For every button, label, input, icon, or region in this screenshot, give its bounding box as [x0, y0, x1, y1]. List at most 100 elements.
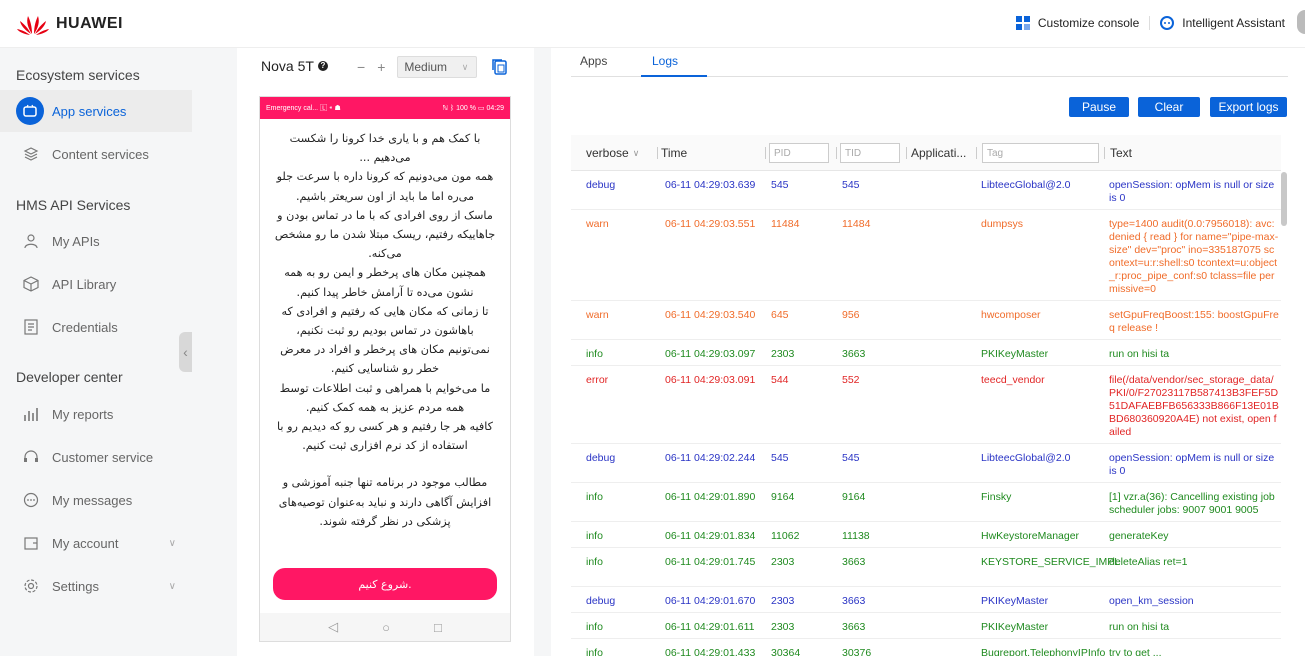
table-row[interactable]: error 06-11 04:29:03.091 544 552 teecd_vendo…	[571, 366, 1281, 444]
table-row[interactable]: warn 06-11 04:29:03.540 645 956 hwcomposer se…	[571, 301, 1281, 340]
log-text: generateKey	[1109, 530, 1169, 542]
log-level: error	[586, 374, 609, 386]
log-time: 06-11 04:29:03.097	[665, 348, 756, 360]
content-services-icon	[22, 145, 40, 163]
log-level: debug	[586, 452, 616, 464]
log-pid: 11484	[771, 218, 800, 230]
log-tag: PKIKeyMaster	[981, 595, 1049, 607]
assistant-icon	[1160, 16, 1175, 30]
chevron-down-icon: ∨	[168, 580, 176, 592]
sidebar-item-label: Credentials	[52, 319, 118, 335]
table-row[interactable]: debug 06-11 04:29:02.244 545 545 LibteecGlob…	[571, 444, 1281, 483]
log-tid: 3663	[842, 348, 866, 360]
avatar[interactable]	[1297, 10, 1305, 34]
sidebar-item-content-services[interactable]: Content services	[0, 133, 192, 175]
log-text: try to get ...	[1109, 647, 1162, 656]
zoom-out-button[interactable]: −	[357, 59, 365, 75]
sidebar-item-app-services[interactable]: App services	[0, 90, 192, 132]
sidebar-item-my-apis[interactable]: My APIs	[0, 220, 192, 262]
tab-logs[interactable]: Logs	[652, 54, 678, 68]
log-text: deleteAlias ret=1	[1109, 556, 1188, 568]
zoom-control: − + Medium ∨	[357, 56, 478, 78]
settings-icon	[22, 577, 40, 595]
log-time: 06-11 04:29:01.670	[665, 595, 756, 607]
table-row[interactable]: warn 06-11 04:29:03.551 11484 11484 dumpsys t…	[571, 210, 1281, 301]
help-icon[interactable]: ?	[317, 61, 328, 71]
sidebar-item-credentials[interactable]: Credentials	[0, 306, 192, 348]
back-icon[interactable]: ◁	[328, 619, 338, 635]
table-row[interactable]: debug 06-11 04:29:01.670 2303 3663 PKIKeyMas…	[571, 587, 1281, 613]
log-level: info	[586, 491, 603, 503]
table-row[interactable]: info 06-11 04:29:01.890 9164 9164 Finsky [1] …	[571, 483, 1281, 522]
phone-nav-bar: ◁ ○ □	[260, 613, 510, 641]
rotate-screen-icon[interactable]	[492, 58, 508, 76]
content-line: کافیه هر جا رفتیم و هر کسی رو که دیدیم ر…	[276, 420, 493, 453]
sidebar-item-label: My reports	[52, 406, 114, 422]
log-text: run on hisi ta	[1109, 348, 1170, 360]
home-icon[interactable]: ○	[382, 620, 390, 635]
intelligent-assistant-link[interactable]: Intelligent Assistant	[1182, 16, 1285, 30]
table-row[interactable]: info 06-11 04:29:03.097 2303 3663 PKIKeyMast…	[571, 340, 1281, 366]
column-application[interactable]: Applicati...	[911, 135, 966, 171]
table-row[interactable]: info 06-11 04:29:01.834 11062 11138 HwKeysto…	[571, 522, 1281, 548]
log-tid: 9164	[842, 491, 866, 503]
pid-filter-input[interactable]: PID	[769, 143, 829, 163]
collapse-sidebar-button[interactable]: ‹	[179, 332, 192, 372]
log-tag: LibteecGlobal@2.0	[981, 179, 1071, 191]
start-button[interactable]: شروع کنیم.	[273, 568, 497, 600]
level-filter[interactable]: verbose ∨	[586, 135, 639, 171]
column-text: Text	[1110, 146, 1133, 160]
customize-console-link[interactable]: Customize console	[1038, 16, 1139, 30]
log-pid: 11062	[771, 530, 800, 542]
log-tid: 545	[842, 179, 860, 191]
zoom-value: Medium	[404, 60, 448, 74]
sidebar-item-label: My messages	[52, 492, 133, 508]
zoom-in-button[interactable]: +	[377, 59, 385, 75]
log-tag: PKIKeyMaster	[981, 348, 1049, 360]
log-text: [1] vzr.a(36): Cancelling existing jobsc…	[1109, 491, 1275, 516]
column-divider	[836, 147, 837, 159]
group-hms-api-services: HMS API Services	[16, 197, 131, 213]
sidebar-item-my-account[interactable]: My account ∨	[0, 522, 192, 564]
sidebar-item-my-reports[interactable]: My reports	[0, 393, 192, 435]
table-row[interactable]: debug 06-11 04:29:03.639 545 545 LibteecGlob…	[571, 171, 1281, 210]
log-text: setGpuFreqBoost:155: boostGpuFreq releas…	[1109, 309, 1279, 334]
table-row[interactable]: info 06-11 04:29:01.611 2303 3663 PKIKeyMast…	[571, 613, 1281, 639]
huawei-logo[interactable]: HUAWEI	[16, 12, 123, 36]
zoom-select[interactable]: Medium ∨	[397, 56, 478, 78]
tag-filter-input[interactable]: Tag	[982, 143, 1099, 163]
table-row[interactable]: info 06-11 04:29:01.745 2303 3663 KEYSTORE_S…	[571, 548, 1281, 587]
column-divider	[657, 147, 658, 159]
sidebar-item-my-messages[interactable]: My messages	[0, 479, 192, 521]
log-pid: 545	[771, 452, 789, 464]
tid-filter-input[interactable]: TID	[840, 143, 900, 163]
tab-apps[interactable]: Apps	[580, 54, 607, 68]
device-header: Nova 5T ?	[261, 58, 328, 74]
log-text: run on hisi ta	[1109, 621, 1170, 633]
log-tag: Finsky	[981, 491, 1012, 503]
recent-apps-icon[interactable]: □	[434, 620, 442, 635]
app-services-icon	[16, 97, 44, 125]
log-time: 06-11 04:29:02.244	[665, 452, 756, 464]
sidebar-item-api-library[interactable]: API Library	[0, 263, 192, 305]
sidebar-item-label: API Library	[52, 276, 117, 292]
log-tid: 956	[842, 309, 860, 321]
table-row[interactable]: info 06-11 04:29:01.433 30364 30376 Bugrepor…	[571, 639, 1281, 656]
log-text: open_km_session	[1109, 595, 1194, 607]
log-time: 06-11 04:29:01.611	[665, 621, 755, 633]
log-tid: 3663	[842, 595, 866, 607]
level-filter-value: verbose	[586, 146, 629, 160]
log-tag: hwcomposer	[981, 309, 1041, 321]
chevron-down-icon: ∨	[461, 61, 469, 72]
content-line: با کمک هم و با یاری خدا کرونا را شکست می…	[289, 132, 481, 165]
column-divider	[765, 147, 766, 159]
disclaimer-text: مطالب موجود در برنامه تنها جنبه آموزشی و…	[278, 476, 492, 528]
device-panel: Nova 5T ? − + Medium ∨ Emergency cal... …	[237, 48, 534, 656]
export-logs-button[interactable]: Export logs	[1210, 97, 1287, 117]
pause-button[interactable]: Pause	[1069, 97, 1129, 117]
log-scrollbar[interactable]	[1281, 172, 1287, 226]
clear-button[interactable]: Clear	[1138, 97, 1200, 117]
sidebar-item-settings[interactable]: Settings ∨	[0, 565, 192, 607]
sidebar-item-customer-service[interactable]: Customer service	[0, 436, 192, 478]
sidebar-item-label: Settings	[52, 578, 99, 594]
